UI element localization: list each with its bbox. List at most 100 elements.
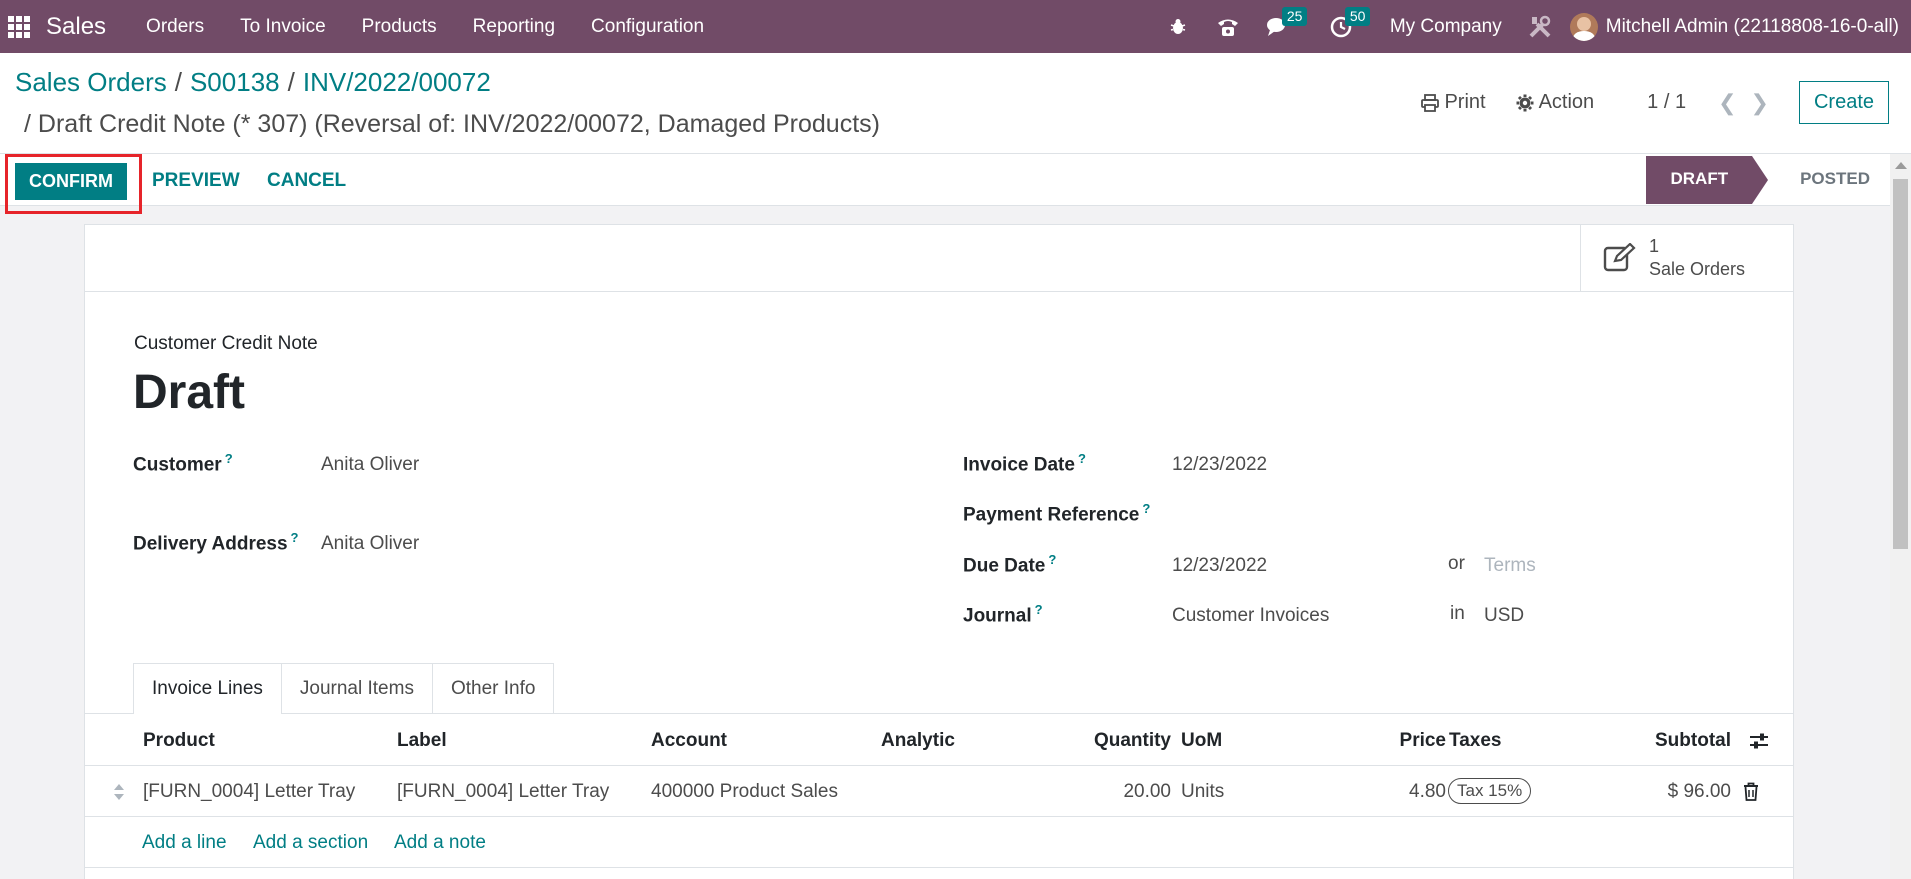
edit-pencil-icon bbox=[1603, 243, 1636, 272]
user-avatar[interactable] bbox=[1569, 12, 1598, 41]
line-price[interactable]: 4.80 bbox=[1409, 781, 1446, 803]
smart-button-count: 1 bbox=[1649, 236, 1660, 256]
status-bar: CONFIRM PREVIEW CANCEL DRAFT POSTED bbox=[0, 154, 1890, 214]
column-subtotal[interactable]: Subtotal bbox=[1655, 730, 1731, 752]
page-title: Draft Credit Note (* 307) (Reversal of: … bbox=[37, 110, 880, 138]
payment-terms-field[interactable]: Terms bbox=[1484, 555, 1536, 577]
line-label[interactable]: [FURN_0004] Letter Tray bbox=[397, 781, 609, 803]
pager-previous-icon[interactable]: ❮ bbox=[1718, 90, 1736, 116]
delivery-address-field[interactable]: Anita Oliver bbox=[321, 533, 419, 555]
column-quantity[interactable]: Quantity bbox=[1094, 730, 1171, 752]
debug-bug-icon[interactable] bbox=[1162, 0, 1194, 53]
column-analytic[interactable]: Analytic bbox=[881, 730, 955, 752]
activities-clock-icon[interactable]: 50 bbox=[1325, 0, 1371, 53]
in-label: in bbox=[1450, 603, 1465, 624]
menu-to-invoice[interactable]: To Invoice bbox=[222, 16, 344, 38]
top-navbar: Sales Orders To Invoice Products Reporti… bbox=[0, 0, 1911, 53]
table-row[interactable]: [FURN_0004] Letter Tray [FURN_0004] Lett… bbox=[85, 766, 1793, 817]
lines-table-header: Product Label Account Analytic Quantity … bbox=[85, 714, 1793, 766]
line-quantity[interactable]: 20.00 bbox=[1123, 781, 1171, 803]
sale-orders-smart-button[interactable]: 1 Sale Orders bbox=[1580, 225, 1793, 291]
help-icon[interactable]: ? bbox=[291, 530, 299, 545]
status-stages: DRAFT POSTED bbox=[1646, 156, 1890, 204]
column-product[interactable]: Product bbox=[143, 730, 215, 752]
drag-handle-icon[interactable] bbox=[113, 783, 125, 801]
preview-button[interactable]: PREVIEW bbox=[152, 170, 240, 192]
help-icon[interactable]: ? bbox=[225, 451, 233, 466]
breadcrumb-separator: / bbox=[174, 67, 182, 97]
journal-label: Journal? bbox=[963, 602, 1043, 627]
help-icon[interactable]: ? bbox=[1048, 552, 1056, 567]
journal-field[interactable]: Customer Invoices bbox=[1172, 605, 1329, 627]
vertical-scrollbar[interactable] bbox=[1890, 154, 1911, 879]
menu-products[interactable]: Products bbox=[344, 16, 455, 38]
add-note-link[interactable]: Add a note bbox=[394, 832, 486, 854]
activities-count-badge: 50 bbox=[1344, 7, 1371, 26]
currency-field[interactable]: USD bbox=[1484, 605, 1524, 627]
pager-value[interactable]: 1 / 1 bbox=[1647, 91, 1686, 114]
print-label: Print bbox=[1444, 91, 1486, 113]
menu-configuration[interactable]: Configuration bbox=[573, 16, 722, 38]
apps-menu-icon[interactable] bbox=[6, 14, 32, 40]
line-account[interactable]: 400000 Product Sales bbox=[651, 781, 838, 803]
gear-icon bbox=[1516, 94, 1534, 111]
stage-posted[interactable]: POSTED bbox=[1752, 156, 1890, 204]
cancel-button[interactable]: CANCEL bbox=[267, 170, 346, 192]
help-icon[interactable]: ? bbox=[1078, 451, 1086, 466]
payment-reference-label: Payment Reference? bbox=[963, 501, 1151, 526]
invoice-date-label: Invoice Date? bbox=[963, 451, 1086, 476]
breadcrumb-invoice[interactable]: INV/2022/00072 bbox=[303, 67, 491, 97]
settings-tools-icon[interactable] bbox=[1524, 0, 1556, 53]
add-line-link[interactable]: Add a line bbox=[142, 832, 227, 854]
company-switcher[interactable]: My Company bbox=[1390, 16, 1502, 38]
invoice-date-field[interactable]: 12/23/2022 bbox=[1172, 454, 1267, 476]
user-menu[interactable]: Mitchell Admin (22118808-16-0-all) bbox=[1606, 16, 1899, 38]
phone-icon[interactable] bbox=[1212, 0, 1244, 53]
column-price[interactable]: Price bbox=[1400, 730, 1446, 752]
column-taxes[interactable]: Taxes bbox=[1449, 730, 1501, 752]
scroll-up-arrow-icon[interactable] bbox=[1895, 162, 1907, 169]
line-product[interactable]: [FURN_0004] Letter Tray bbox=[143, 781, 355, 803]
add-section-link[interactable]: Add a section bbox=[253, 832, 368, 854]
line-uom[interactable]: Units bbox=[1181, 781, 1224, 803]
form-sheet: 1 Sale Orders Customer Credit Note Draft… bbox=[84, 224, 1794, 879]
printer-icon bbox=[1421, 93, 1440, 112]
smart-button-box: 1 Sale Orders bbox=[85, 225, 1793, 292]
tab-invoice-lines[interactable]: Invoice Lines bbox=[133, 663, 282, 714]
column-account[interactable]: Account bbox=[651, 730, 727, 752]
notebook-tabs: Invoice Lines Journal Items Other Info bbox=[133, 663, 555, 714]
line-subtotal: $ 96.00 bbox=[1667, 781, 1731, 802]
help-icon[interactable]: ? bbox=[1035, 602, 1043, 617]
create-button[interactable]: Create bbox=[1798, 81, 1889, 124]
menu-reporting[interactable]: Reporting bbox=[455, 16, 573, 38]
action-label: Action bbox=[1538, 91, 1595, 113]
delivery-address-label: Delivery Address? bbox=[133, 530, 299, 555]
control-panel: Sales Orders / S00138/INV/2022/00072 / Dra… bbox=[0, 53, 1911, 154]
app-brand[interactable]: Sales bbox=[46, 13, 106, 41]
column-label[interactable]: Label bbox=[397, 730, 447, 752]
print-button[interactable]: Print bbox=[1421, 91, 1486, 114]
document-title: Draft bbox=[133, 366, 246, 419]
optional-columns-icon[interactable] bbox=[1749, 732, 1769, 750]
due-date-label: Due Date? bbox=[963, 552, 1057, 577]
column-uom[interactable]: UoM bbox=[1181, 730, 1222, 752]
messages-chat-icon[interactable]: 25 bbox=[1262, 0, 1308, 53]
breadcrumb-sale-order[interactable]: S00138 bbox=[190, 67, 280, 97]
customer-field[interactable]: Anita Oliver bbox=[321, 454, 419, 476]
action-button[interactable]: Action bbox=[1516, 91, 1595, 114]
trash-icon[interactable] bbox=[1743, 782, 1759, 801]
customer-label: Customer? bbox=[133, 451, 233, 476]
breadcrumb-current: / Draft Credit Note (* 307) (Reversal of… bbox=[24, 110, 880, 139]
due-date-field[interactable]: 12/23/2022 bbox=[1172, 555, 1267, 577]
tab-other-info[interactable]: Other Info bbox=[431, 663, 555, 714]
tab-journal-items[interactable]: Journal Items bbox=[280, 663, 433, 714]
help-icon[interactable]: ? bbox=[1142, 501, 1150, 516]
pager-next-icon[interactable]: ❯ bbox=[1751, 90, 1769, 116]
document-type: Customer Credit Note bbox=[134, 333, 318, 354]
messages-count-badge: 25 bbox=[1281, 7, 1308, 26]
scroll-thumb[interactable] bbox=[1893, 179, 1908, 549]
breadcrumb-sales-orders[interactable]: Sales Orders bbox=[15, 67, 167, 97]
line-tax-badge[interactable]: Tax 15% bbox=[1448, 778, 1532, 804]
or-label: or bbox=[1448, 553, 1465, 574]
menu-orders[interactable]: Orders bbox=[128, 16, 222, 38]
